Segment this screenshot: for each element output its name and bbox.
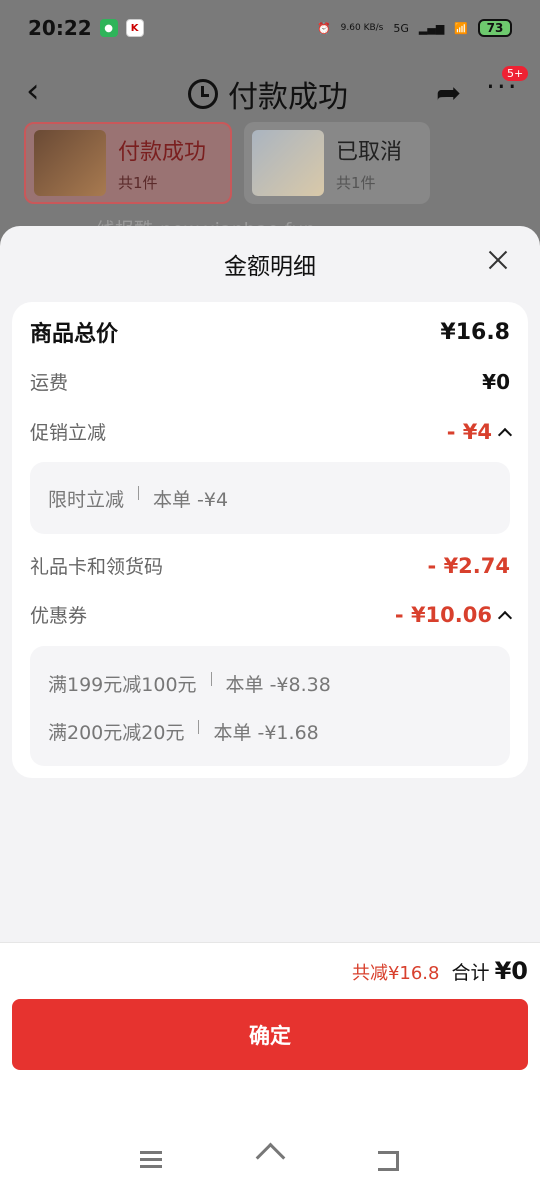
list-item: 满199元减100元 本单 -¥8.38 — [48, 670, 331, 697]
divider — [138, 486, 140, 500]
system-nav-bar — [0, 1130, 540, 1188]
page-title-group: 付款成功 — [188, 72, 348, 116]
order-status: 已取消 — [336, 139, 403, 165]
saved-amount: 共减¥16.8 — [351, 963, 440, 984]
wechat-icon: ● — [99, 19, 118, 37]
menu-icon[interactable] — [136, 1145, 168, 1173]
coupon-detail-box: 满199元减100元 本单 -¥8.38 满200元减20元 本单 -¥1.68 — [30, 646, 510, 766]
chevron-up-icon[interactable] — [497, 427, 513, 442]
coupon-detail-name: 满200元减20元 — [48, 722, 185, 744]
promo-label: 促销立减 — [30, 422, 107, 444]
order-tabs: 付款成功 共1件 已取消 共1件 — [24, 122, 430, 204]
alarm-icon: ⏰ — [316, 21, 331, 35]
back-icon[interactable]: ‹ — [26, 74, 40, 108]
close-icon[interactable] — [488, 250, 508, 270]
status-time: 20:22 — [28, 16, 92, 40]
row-total: 商品总价 ¥16.8 — [30, 316, 510, 348]
message-badge: 5+ — [502, 66, 529, 81]
signal-icon: ▂▄▆ — [418, 21, 445, 35]
divider — [198, 719, 200, 734]
shipping-label: 运费 — [30, 372, 69, 394]
background-page: 20:22 ● K ⏰ 9.60 KB/s 5G ▂▄▆ 📶 73 ‹ 付款成功… — [0, 0, 540, 241]
promo-value: - ¥4 — [446, 419, 492, 444]
wifi-icon: 📶 — [454, 21, 468, 35]
list-item: 限时立减 本单 -¥4 — [48, 485, 228, 512]
order-status: 付款成功 — [118, 139, 207, 165]
coupon-label: 优惠券 — [30, 605, 88, 627]
clock-icon — [188, 79, 218, 109]
coupon-value: - ¥10.06 — [394, 602, 492, 627]
amount-card: 商品总价 ¥16.8 运费 ¥0 促销立减 - ¥4 限时立减 本单 -¥4 礼… — [12, 302, 528, 778]
confirm-button[interactable]: 确定 — [12, 999, 528, 1070]
product-thumbnail — [34, 130, 106, 196]
row-coupon[interactable]: 优惠券 - ¥10.06 — [30, 601, 513, 628]
payment-summary: 共减¥16.8 合计 ¥0 — [352, 957, 528, 985]
sheet-header: 金额明细 — [0, 226, 540, 302]
page-title: 付款成功 — [228, 80, 348, 115]
promo-detail-name: 限时立减 — [48, 488, 125, 511]
top-nav: ‹ 付款成功 ➦ ··· 5+ — [0, 64, 540, 118]
kfc-app-icon: K — [125, 19, 144, 37]
order-count: 共1件 — [118, 173, 158, 192]
promo-detail-box: 限时立减 本单 -¥4 — [30, 462, 510, 534]
list-item: 满200元减20元 本单 -¥1.68 — [48, 718, 319, 745]
net-speed: 9.60 KB/s — [340, 22, 384, 33]
coupon-detail-amount: 本单 -¥8.38 — [225, 674, 331, 696]
order-count: 共1件 — [336, 173, 376, 192]
order-tab-paid[interactable]: 付款成功 共1件 — [24, 122, 232, 204]
share-icon[interactable]: ➦ — [436, 76, 461, 111]
order-tab-cancelled[interactable]: 已取消 共1件 — [244, 122, 430, 204]
coupon-detail-name: 满199元减100元 — [48, 674, 197, 696]
chevron-up-icon[interactable] — [497, 610, 513, 625]
total-label: 商品总价 — [30, 322, 119, 347]
grand-total-value: ¥0 — [494, 957, 528, 985]
row-shipping: 运费 ¥0 — [30, 368, 510, 395]
shipping-value: ¥0 — [482, 369, 510, 394]
coupon-detail-amount: 本单 -¥1.68 — [213, 722, 319, 744]
back-nav-icon[interactable] — [372, 1145, 404, 1173]
home-icon[interactable] — [254, 1145, 286, 1173]
row-promo[interactable]: 促销立减 - ¥4 — [30, 418, 513, 445]
promo-detail-amount: 本单 -¥4 — [153, 488, 229, 511]
divider — [210, 671, 212, 686]
product-thumbnail — [252, 130, 324, 196]
total-value: ¥16.8 — [440, 319, 510, 345]
gift-label: 礼品卡和领货码 — [30, 556, 164, 578]
sheet-title: 金额明细 — [224, 254, 316, 280]
row-gift-card: 礼品卡和领货码 - ¥2.74 — [30, 552, 510, 579]
status-bar: 20:22 ● K ⏰ 9.60 KB/s 5G ▂▄▆ 📶 73 — [0, 0, 540, 56]
grand-total-label: 合计 — [451, 962, 490, 984]
gift-value: - ¥2.74 — [427, 553, 510, 578]
network-type: 5G — [393, 21, 409, 35]
battery-indicator: 73 — [478, 19, 512, 37]
